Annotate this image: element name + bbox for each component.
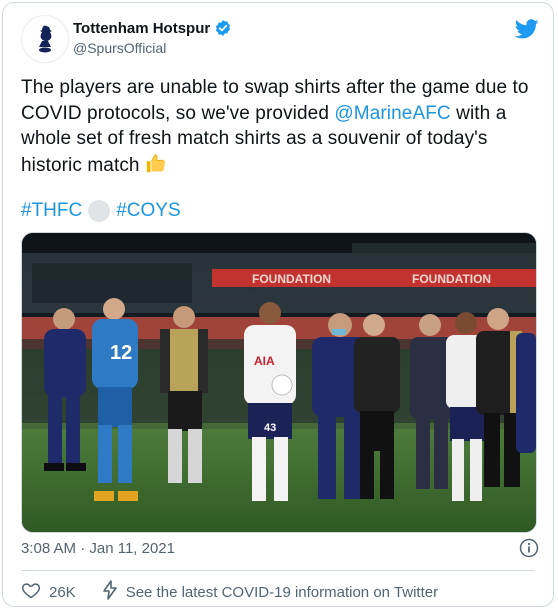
like-button[interactable]: 26K: [21, 580, 76, 604]
mention-link[interactable]: @MarineAFC: [334, 103, 450, 124]
display-name[interactable]: Tottenham Hotspur: [73, 20, 210, 37]
like-count[interactable]: 26K: [49, 584, 76, 601]
match-photo-illustration: FOUNDATION FOUNDATION 12 AIA 43: [22, 233, 536, 532]
white-circle-emoji: [88, 200, 111, 222]
tweet-actions: 26K See the latest COVID-19 information …: [21, 580, 438, 604]
hashtag-thfc[interactable]: #THFC: [21, 200, 82, 222]
shirt-sponsor: AIA: [254, 354, 275, 368]
author-handle[interactable]: @SpursOfficial: [73, 40, 166, 56]
verified-badge-icon: [214, 19, 232, 37]
banner-text-right: FOUNDATION: [412, 272, 491, 286]
heart-icon[interactable]: [21, 580, 41, 604]
covid-info-text[interactable]: See the latest COVID-19 information on T…: [126, 584, 438, 601]
tweet-photo[interactable]: FOUNDATION FOUNDATION 12 AIA 43: [21, 232, 537, 533]
spurs-avatar-icon[interactable]: [21, 15, 69, 63]
tweet-timestamp[interactable]: 3:08 AM · Jan 11, 2021: [21, 540, 175, 557]
player-shorts-number: 43: [264, 422, 276, 434]
thumbs-up-emoji: [145, 152, 167, 182]
tweet-text: The players are unable to swap shirts af…: [21, 75, 537, 181]
keeper-number: 12: [110, 342, 132, 364]
hashtag-coys[interactable]: #COYS: [116, 200, 180, 222]
banner-text-left: FOUNDATION: [252, 272, 331, 286]
divider: [21, 570, 535, 571]
author-name-row[interactable]: Tottenham Hotspur: [73, 19, 232, 37]
lightning-icon: [102, 580, 118, 604]
tweet-card[interactable]: Tottenham Hotspur @SpursOfficial The pla…: [2, 2, 554, 607]
info-icon[interactable]: [519, 538, 539, 558]
covid-info-link[interactable]: See the latest COVID-19 information on T…: [102, 580, 438, 604]
hashtag-row: #THFC #COYS: [21, 200, 181, 222]
twitter-bird-icon[interactable]: [514, 17, 539, 41]
